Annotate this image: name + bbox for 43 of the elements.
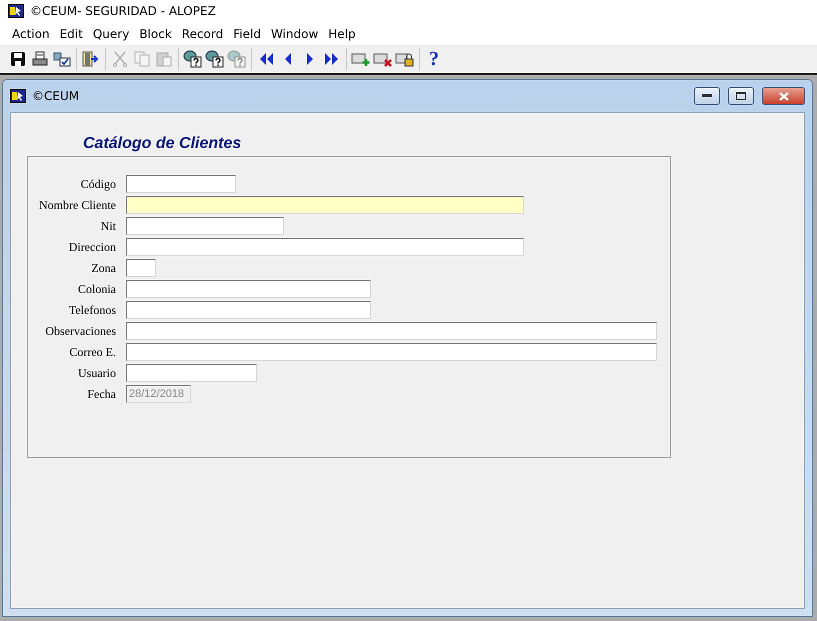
field-label: Nit xyxy=(100,218,116,234)
close-icon xyxy=(778,92,788,100)
field-label: Usuario xyxy=(77,366,116,380)
field-label: Observaciones xyxy=(44,324,116,338)
child-window-title: ©CEUM xyxy=(32,89,80,103)
menu-item[interactable]: Record xyxy=(176,26,228,40)
form-title: Catálogo de Clientes xyxy=(83,135,242,153)
input-field[interactable] xyxy=(126,217,284,235)
input-field[interactable] xyxy=(126,343,657,361)
field-label: Nombre Cliente xyxy=(38,198,116,212)
field-label: Direccion xyxy=(68,240,116,254)
field-label: Colonia xyxy=(77,282,116,296)
minimize-icon xyxy=(702,94,712,98)
menu-item[interactable]: Query xyxy=(88,26,134,40)
menu-item[interactable]: Window xyxy=(266,26,324,40)
close-button[interactable] xyxy=(762,87,805,105)
input-field[interactable] xyxy=(126,280,371,298)
input-field[interactable] xyxy=(126,364,257,382)
window-icon xyxy=(10,89,26,103)
field-label: Fecha xyxy=(86,386,116,402)
input-field[interactable] xyxy=(126,301,371,319)
input-field[interactable] xyxy=(126,259,156,277)
menu-item[interactable]: Help xyxy=(323,26,361,40)
app-icon xyxy=(8,4,24,18)
menu-item[interactable]: Edit xyxy=(54,26,88,40)
field-label: Zona xyxy=(90,260,116,276)
menu-item[interactable]: Action xyxy=(7,26,55,40)
query-icon[interactable] xyxy=(183,48,203,70)
input-field[interactable] xyxy=(126,322,657,340)
query-icon[interactable] xyxy=(205,48,225,70)
maximize-icon xyxy=(736,92,746,100)
help-button[interactable]: ? xyxy=(424,48,444,70)
menu-item[interactable]: Field xyxy=(228,26,266,40)
field-label: Código xyxy=(80,176,116,192)
minimize-button[interactable] xyxy=(694,87,720,105)
input-field[interactable] xyxy=(126,196,524,214)
input-field[interactable] xyxy=(126,175,236,193)
field-label: Telefonos xyxy=(68,302,116,318)
menu-item[interactable]: Block xyxy=(134,26,177,40)
input-field[interactable] xyxy=(126,238,524,256)
window-title: ©CEUM- SEGURIDAD - ALOPEZ xyxy=(30,4,216,18)
maximize-button[interactable] xyxy=(728,87,754,105)
field-label: Correo E. xyxy=(68,344,116,360)
